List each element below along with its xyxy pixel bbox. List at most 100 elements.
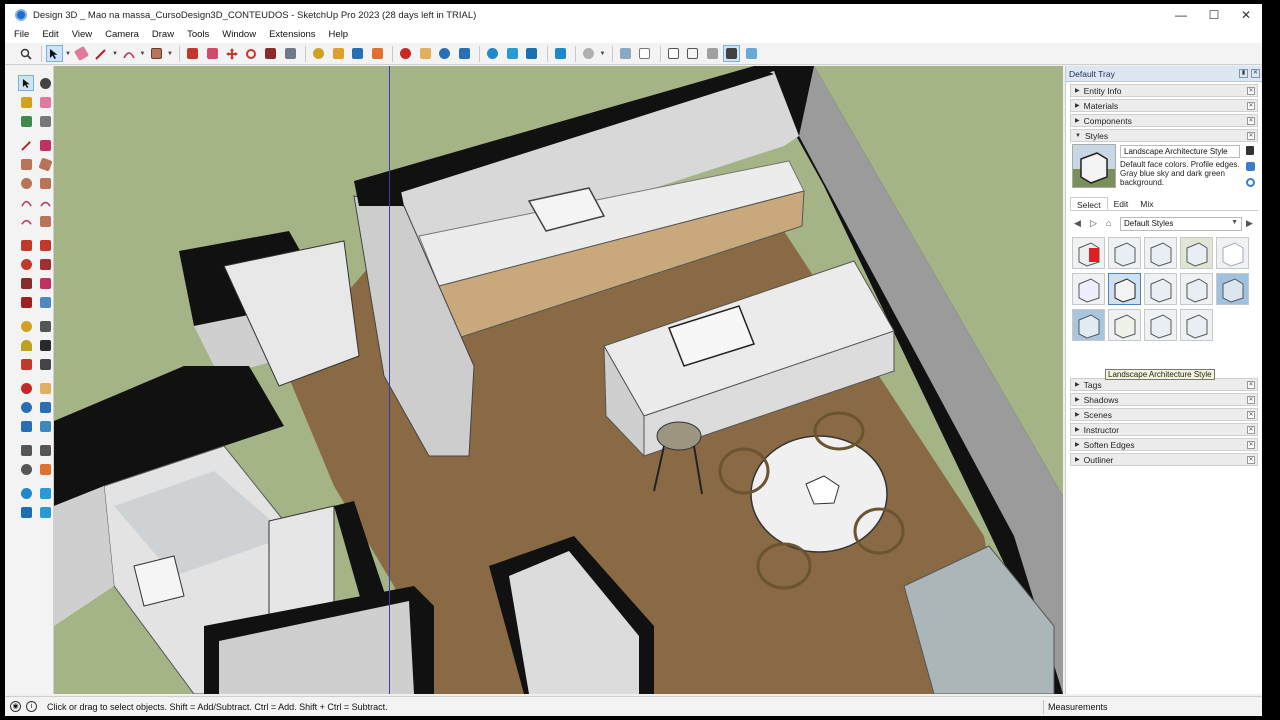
close-icon[interactable]: ✕ bbox=[1247, 381, 1255, 389]
text-tool-icon[interactable] bbox=[37, 337, 53, 353]
panel-materials[interactable]: ▶ Materials ✕ bbox=[1070, 99, 1258, 112]
wireframe-style-icon[interactable] bbox=[636, 45, 653, 62]
axes-tool-icon[interactable] bbox=[18, 356, 34, 372]
panel-instructor[interactable]: ▶ Instructor ✕ bbox=[1070, 423, 1258, 436]
rectangle-tool-icon[interactable] bbox=[18, 156, 34, 172]
layout-icon[interactable] bbox=[18, 504, 34, 520]
style-thumbnail[interactable] bbox=[1180, 237, 1213, 269]
previous-view-icon[interactable] bbox=[37, 418, 53, 434]
tape-measure-icon[interactable] bbox=[310, 45, 327, 62]
geo-location-icon[interactable]: ◉ bbox=[10, 701, 21, 712]
info-icon[interactable]: i bbox=[26, 701, 37, 712]
look-around-icon[interactable] bbox=[18, 461, 34, 477]
zoom-tool-icon[interactable] bbox=[18, 399, 34, 415]
panel-entity-info[interactable]: ▶ Entity Info ✕ bbox=[1070, 84, 1258, 97]
rotate-tool-icon[interactable] bbox=[243, 45, 260, 62]
close-icon[interactable]: ✕ bbox=[1247, 411, 1255, 419]
zoom-extents-icon[interactable] bbox=[18, 418, 34, 434]
close-button[interactable]: ✕ bbox=[1230, 4, 1262, 26]
style-thumbnail[interactable] bbox=[1216, 237, 1249, 269]
close-icon[interactable]: ✕ bbox=[1247, 117, 1255, 125]
style-thumbnail[interactable] bbox=[1180, 273, 1213, 305]
section-plane-icon[interactable] bbox=[369, 45, 386, 62]
tab-select[interactable]: Select bbox=[1070, 197, 1108, 210]
panel-shadows[interactable]: ▶ Shadows ✕ bbox=[1070, 393, 1258, 406]
style-thumbnail[interactable] bbox=[1216, 273, 1249, 305]
model-viewport[interactable] bbox=[54, 66, 1063, 694]
select-tool-icon[interactable] bbox=[45, 45, 63, 62]
paint-bucket-icon[interactable] bbox=[18, 94, 34, 110]
details-arrow-icon[interactable]: ▶ bbox=[1246, 218, 1256, 228]
measurements-box[interactable]: Measurements bbox=[1043, 700, 1262, 714]
menu-help[interactable]: Help bbox=[329, 29, 349, 40]
orbit-tool-icon[interactable] bbox=[397, 45, 414, 62]
move-tool-icon[interactable] bbox=[18, 237, 34, 253]
menu-draw[interactable]: Draw bbox=[152, 29, 174, 40]
style-thumbnail[interactable] bbox=[1072, 309, 1105, 341]
layout-icon[interactable] bbox=[523, 45, 540, 62]
close-icon[interactable]: ✕ bbox=[1247, 441, 1255, 449]
close-icon[interactable]: ✕ bbox=[1247, 456, 1255, 464]
flip-tool-icon[interactable] bbox=[18, 294, 34, 310]
user-account-icon[interactable] bbox=[580, 45, 597, 62]
push-pull-tool-icon[interactable] bbox=[37, 237, 53, 253]
menu-camera[interactable]: Camera bbox=[105, 29, 139, 40]
create-style-icon[interactable] bbox=[1246, 162, 1256, 172]
rectangle-tool-icon[interactable] bbox=[148, 45, 165, 62]
section-fill-icon[interactable] bbox=[743, 45, 760, 62]
zoom-extents-icon[interactable] bbox=[456, 45, 473, 62]
dimension-tool-icon[interactable] bbox=[37, 318, 53, 334]
arc-tool-icon[interactable] bbox=[120, 45, 137, 62]
solid-tools-icon[interactable] bbox=[37, 294, 53, 310]
tab-edit[interactable]: Edit bbox=[1108, 197, 1135, 210]
panel-outliner[interactable]: ▶ Outliner ✕ bbox=[1070, 453, 1258, 466]
walk-tool-icon[interactable] bbox=[37, 442, 53, 458]
menu-view[interactable]: View bbox=[72, 29, 92, 40]
protractor-icon[interactable] bbox=[18, 337, 34, 353]
update-style-icon[interactable] bbox=[1246, 146, 1256, 156]
position-camera-icon[interactable] bbox=[18, 442, 34, 458]
rotate-tool-icon[interactable] bbox=[18, 256, 34, 272]
offset-tool-icon[interactable] bbox=[37, 275, 53, 291]
freehand-tool-icon[interactable] bbox=[37, 137, 53, 153]
extension-manager-icon[interactable] bbox=[37, 504, 53, 520]
pan-tool-icon[interactable] bbox=[417, 45, 434, 62]
maximize-button[interactable]: ☐ bbox=[1198, 4, 1230, 26]
arc-tool-icon[interactable] bbox=[18, 194, 34, 210]
circle-tool-icon[interactable] bbox=[18, 175, 34, 191]
extension-warehouse-icon[interactable] bbox=[37, 485, 53, 501]
shaded-textures-style-icon[interactable] bbox=[704, 45, 721, 62]
close-icon[interactable]: ✕ bbox=[1247, 426, 1255, 434]
scale-tool-icon[interactable] bbox=[18, 275, 34, 291]
xray-style-icon[interactable] bbox=[617, 45, 634, 62]
chevron-down-icon[interactable]: ▼ bbox=[112, 51, 118, 57]
eyedropper-icon[interactable] bbox=[37, 113, 53, 129]
style-thumbnail[interactable] bbox=[1108, 237, 1141, 269]
tray-pin-icon[interactable]: ▮ bbox=[1239, 69, 1248, 78]
section-plane-icon[interactable] bbox=[37, 461, 53, 477]
follow-me-tool-icon[interactable] bbox=[204, 45, 221, 62]
three-point-arc-icon[interactable] bbox=[18, 213, 34, 229]
rotated-rectangle-icon[interactable] bbox=[37, 156, 53, 172]
style-thumbnail[interactable] bbox=[1072, 237, 1105, 269]
tape-measure-icon[interactable] bbox=[18, 318, 34, 334]
pan-tool-icon[interactable] bbox=[37, 380, 53, 396]
chevron-down-icon[interactable]: ▼ bbox=[167, 51, 173, 57]
style-thumbnail[interactable] bbox=[1108, 309, 1141, 341]
eraser-tool-icon[interactable] bbox=[73, 45, 90, 62]
scale-tool-icon[interactable] bbox=[262, 45, 279, 62]
close-icon[interactable]: ✕ bbox=[1247, 396, 1255, 404]
style-thumbnail[interactable] bbox=[1072, 273, 1105, 305]
forward-arrow-icon[interactable]: ▷ bbox=[1090, 218, 1100, 228]
warehouse-icon[interactable] bbox=[18, 485, 34, 501]
tag-tool-icon[interactable] bbox=[18, 113, 34, 129]
panel-components[interactable]: ▶ Components ✕ bbox=[1070, 114, 1258, 127]
chevron-down-icon[interactable]: ▼ bbox=[600, 51, 606, 57]
shaded-style-icon[interactable] bbox=[684, 45, 701, 62]
warehouse-icon[interactable] bbox=[484, 45, 501, 62]
back-arrow-icon[interactable]: ◀ bbox=[1074, 218, 1084, 228]
monochrome-style-icon[interactable] bbox=[723, 45, 740, 62]
minimize-button[interactable]: — bbox=[1165, 4, 1197, 26]
follow-me-tool-icon[interactable] bbox=[37, 256, 53, 272]
extension-warehouse-icon[interactable] bbox=[504, 45, 521, 62]
